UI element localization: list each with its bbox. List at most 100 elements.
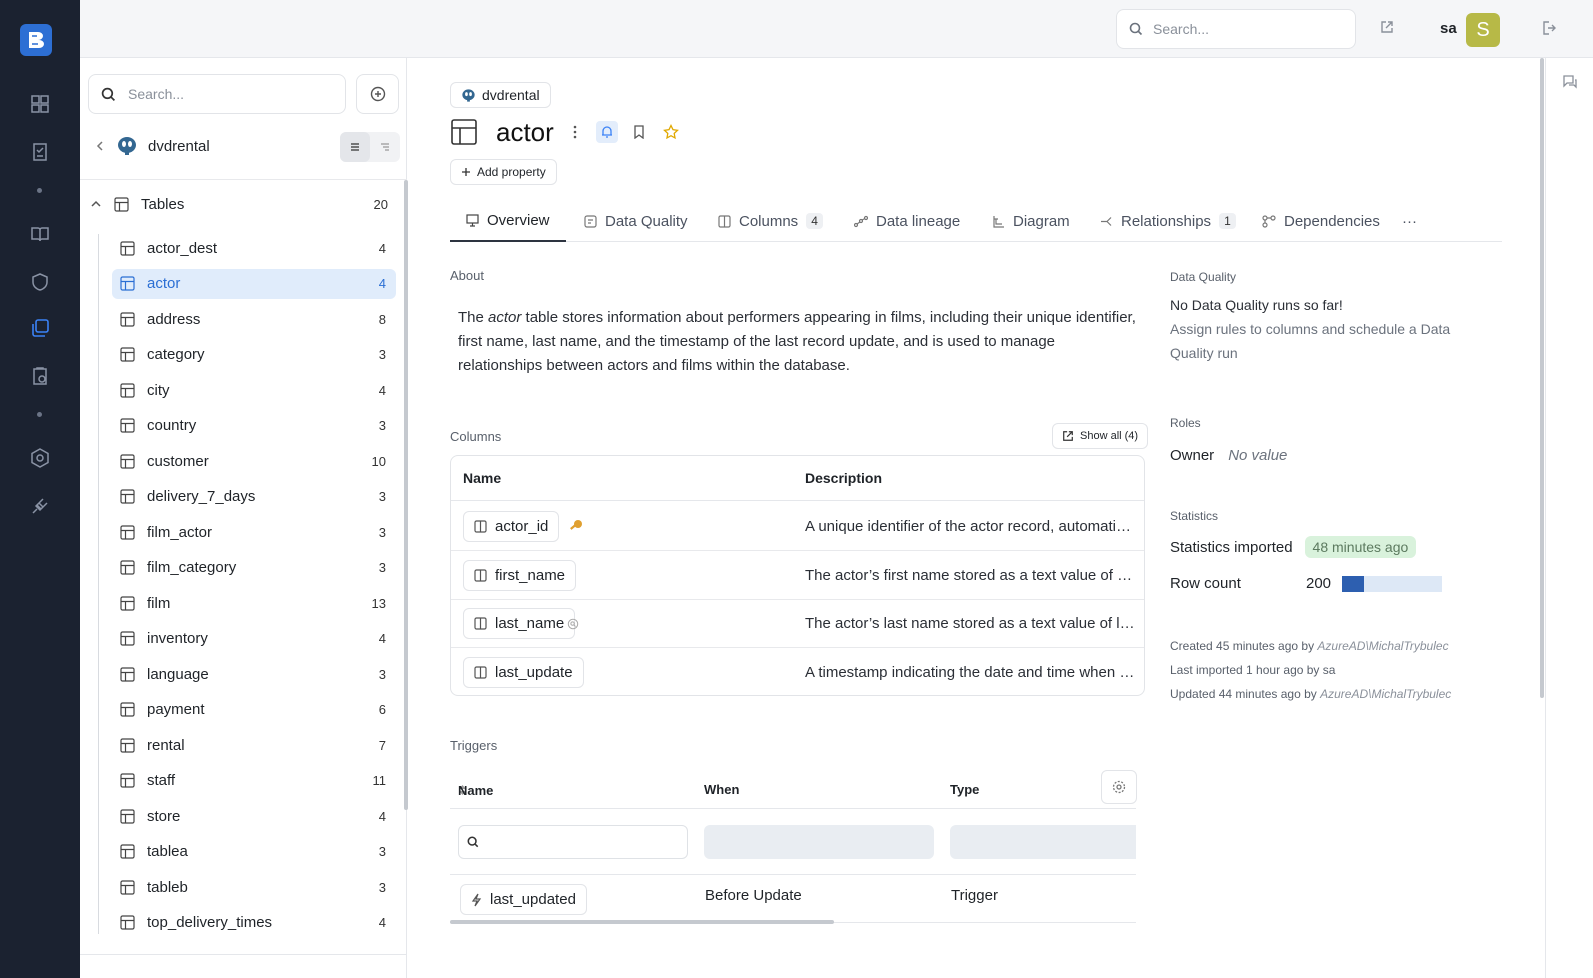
- main-content: dvdrental actor Add property Overview Da…: [408, 58, 1544, 978]
- sidebar-item-actor[interactable]: actor 4: [112, 268, 396, 299]
- table-icon: [120, 311, 135, 327]
- trigger-pill[interactable]: last_updated: [460, 884, 587, 915]
- avatar[interactable]: S: [1466, 13, 1500, 47]
- plug-icon[interactable]: [28, 494, 52, 518]
- sidebar-item-top-delivery-times[interactable]: top_delivery_times 4: [112, 908, 396, 938]
- show-all-button[interactable]: Show all (4): [1052, 423, 1149, 449]
- sidebar-item-count: 4: [378, 382, 386, 398]
- column-pill[interactable]: first_name: [463, 559, 577, 591]
- table-row[interactable]: last_update A timestamp indicating the da…: [451, 648, 1144, 696]
- chevron-left-icon[interactable]: [94, 140, 106, 152]
- sidebar-item-payment[interactable]: payment 6: [112, 695, 396, 725]
- table-row[interactable]: last_name The actor’s last name stored as…: [451, 599, 1144, 648]
- catalog-icon[interactable]: [28, 316, 52, 340]
- list-view-icon[interactable]: [340, 132, 370, 162]
- sidebar-item-inventory[interactable]: inventory 4: [112, 624, 396, 654]
- tree-view-icon[interactable]: [370, 132, 400, 162]
- about-description: The actor table stores information about…: [458, 309, 1136, 374]
- tab-dependencies[interactable]: Dependencies: [1262, 200, 1380, 242]
- external-link-icon: [1063, 431, 1073, 441]
- name-filter-input[interactable]: [458, 825, 688, 859]
- comments-icon[interactable]: [1562, 74, 1578, 93]
- sidebar-item-category[interactable]: category 3: [112, 340, 396, 370]
- table-icon: [120, 489, 135, 504]
- shield-star-icon[interactable]: [28, 270, 52, 294]
- tab-bar: Overview Data Quality Columns 4 Data lin…: [450, 200, 1502, 242]
- tasks-icon[interactable]: [28, 140, 52, 164]
- settings-hex-icon[interactable]: [28, 446, 52, 470]
- bell-icon[interactable]: [595, 121, 618, 143]
- columns-table: Name Description actor_id A unique identi…: [450, 455, 1145, 696]
- tab-relationships[interactable]: Relationships 1: [1100, 200, 1236, 242]
- sidebar-search-input[interactable]: [128, 86, 298, 102]
- search-icon: [101, 87, 115, 101]
- add-property-button[interactable]: Add property: [450, 159, 557, 185]
- tab-badge: 1: [1219, 213, 1236, 229]
- type-filter[interactable]: [950, 825, 1136, 859]
- breadcrumb[interactable]: dvdrental: [450, 82, 551, 108]
- sidebar-item-customer[interactable]: customer 10: [112, 446, 396, 476]
- lightning-icon: [471, 893, 482, 906]
- col-header-name: Name: [463, 470, 502, 486]
- column-pill[interactable]: last_name: [463, 608, 576, 639]
- sidebar-item-address[interactable]: address 8: [112, 304, 396, 334]
- table-settings-button[interactable]: [1101, 770, 1137, 804]
- tab-data-lineage[interactable]: Data lineage: [854, 200, 960, 242]
- sidebar-item-staff[interactable]: staff 11: [112, 766, 396, 796]
- more-vertical-icon[interactable]: [564, 121, 586, 143]
- sidebar-item-label: language: [147, 665, 209, 683]
- tab-diagram[interactable]: Diagram: [992, 200, 1070, 242]
- search-icon: [1129, 22, 1143, 36]
- sidebar-item-count: 7: [378, 737, 386, 753]
- sidebar-item-delivery-7-days[interactable]: delivery_7_days 3: [112, 482, 396, 512]
- star-icon[interactable]: [660, 121, 682, 143]
- trigger-type: Trigger: [951, 887, 998, 904]
- tables-group-header[interactable]: Tables 20: [88, 186, 388, 222]
- chevron-up-icon[interactable]: [90, 198, 102, 210]
- view-toggle[interactable]: [340, 132, 400, 162]
- roles-label: Roles: [1170, 416, 1201, 430]
- sidebar-item-tableb[interactable]: tableb 3: [112, 872, 396, 902]
- sidebar-search[interactable]: [88, 74, 346, 114]
- sidebar-item-label: tableb: [147, 878, 188, 896]
- sidebar-item-rental[interactable]: rental 7: [112, 730, 396, 760]
- app-logo-icon[interactable]: [20, 24, 52, 56]
- table-row[interactable]: last_updated Before Update Trigger: [450, 875, 1136, 923]
- sidebar-item-language[interactable]: language 3: [112, 659, 396, 689]
- tab-more[interactable]: ···: [1402, 200, 1417, 242]
- global-search-input[interactable]: [1153, 21, 1323, 37]
- sidebar-item-city[interactable]: city 4: [112, 375, 396, 405]
- column-pill[interactable]: last_update: [463, 656, 584, 688]
- sidebar-item-film[interactable]: film 13: [112, 588, 396, 618]
- when-filter[interactable]: [704, 825, 934, 859]
- table-row[interactable]: actor_id A unique identifier of the actor…: [451, 502, 1144, 551]
- sidebar-item-film-actor[interactable]: film_actor 3: [112, 517, 396, 547]
- column-icon: [474, 617, 487, 630]
- sidebar-item-film-category[interactable]: film_category 3: [112, 553, 396, 583]
- trig-header-name[interactable]: Name: [458, 783, 493, 798]
- gear-icon: [1112, 780, 1126, 794]
- sidebar-item-store[interactable]: store 4: [112, 801, 396, 831]
- logout-icon[interactable]: [1542, 20, 1560, 38]
- clipboard-clock-icon[interactable]: [28, 364, 52, 388]
- sidebar-item-country[interactable]: country 3: [112, 411, 396, 441]
- sidebar-item-tablea[interactable]: tablea 3: [112, 837, 396, 867]
- sidebar-item-count: 10: [371, 453, 386, 469]
- global-search[interactable]: [1116, 9, 1356, 49]
- column-pill[interactable]: actor_id: [463, 511, 560, 542]
- divider: [80, 179, 407, 180]
- main-scrollbar[interactable]: [1540, 58, 1544, 698]
- horizontal-scrollbar[interactable]: [450, 920, 834, 924]
- external-link-icon[interactable]: [1380, 20, 1396, 36]
- table-row[interactable]: first_name The actor’s first name stored …: [451, 551, 1144, 600]
- owner-value[interactable]: No value: [1228, 447, 1287, 464]
- tab-columns[interactable]: Columns 4: [718, 200, 823, 242]
- sidebar-item-label: top_delivery_times: [147, 914, 273, 931]
- dashboard-icon[interactable]: [28, 92, 52, 116]
- tab-overview[interactable]: Overview: [450, 200, 566, 242]
- tab-data-quality[interactable]: Data Quality: [584, 200, 688, 242]
- sidebar-item-actor-dest[interactable]: actor_dest 4: [112, 233, 396, 263]
- bookmark-icon[interactable]: [628, 121, 650, 143]
- add-button[interactable]: [356, 74, 399, 114]
- glossary-book-icon[interactable]: [28, 222, 52, 246]
